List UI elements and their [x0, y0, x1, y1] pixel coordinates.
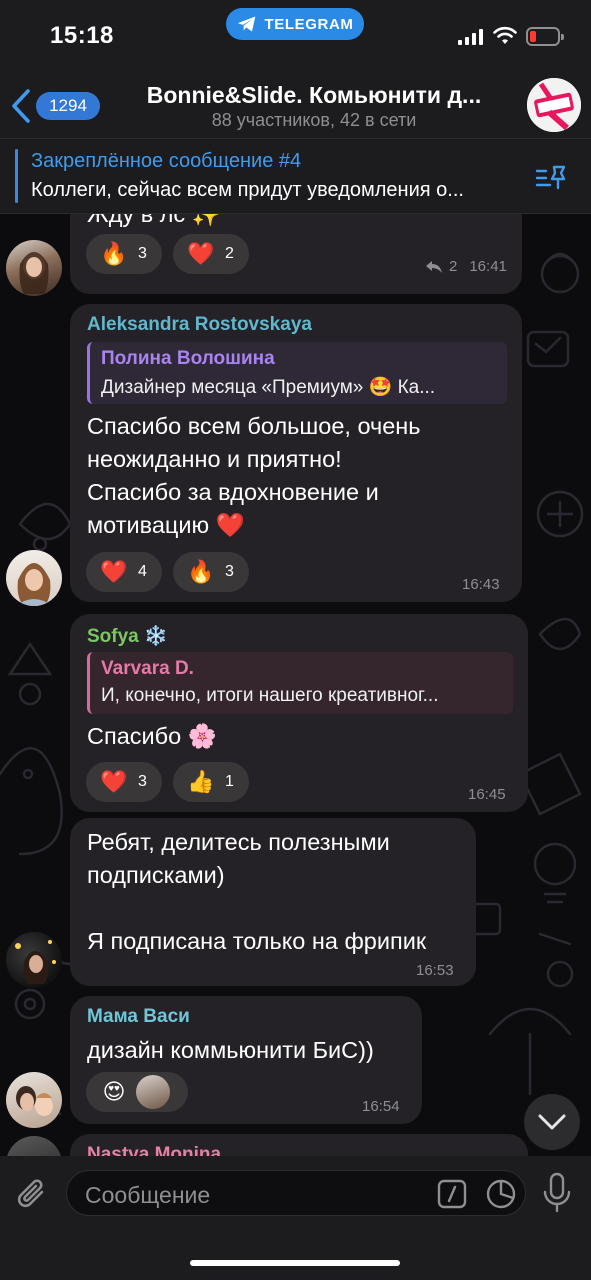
message-bubble[interactable]: Мама Васи дизайн коммьюнити БиС)) 😍 16:5…: [70, 996, 422, 1124]
reaction-count: 3: [138, 773, 147, 790]
reaction-thumbs-up[interactable]: 👍 1: [173, 762, 249, 802]
bot-commands-icon[interactable]: [437, 1179, 467, 1209]
avatar-photo: [19, 252, 49, 294]
message-bubble[interactable]: Sofya ❄️ Varvara D. И, конечно, итоги на…: [70, 614, 528, 812]
message-bubble[interactable]: Aleksandra Rostovskaya Полина Волошина Д…: [70, 304, 522, 602]
message-text: дизайн коммьюнити БиС)): [87, 1037, 374, 1063]
fire-emoji: 🔥: [187, 559, 215, 584]
message-text: Ребят, делитесь полезными подписками) Я …: [87, 829, 427, 954]
chevron-down-icon: [538, 1114, 566, 1130]
reply-snippet: И, конечно, итоги нашего креативног...: [101, 685, 439, 706]
sender-avatar[interactable]: [6, 550, 62, 606]
fire-emoji: 🔥: [100, 241, 128, 266]
reaction-count: 3: [225, 563, 234, 580]
wifi-icon: [493, 26, 517, 44]
battery-low-icon: [526, 27, 564, 46]
sender-avatar[interactable]: [6, 1072, 62, 1128]
telegram-pill[interactable]: TELEGRAM: [226, 8, 364, 40]
microphone-icon[interactable]: [541, 1172, 573, 1214]
reply-preview[interactable]: Varvara D. И, конечно, итоги нашего креа…: [87, 652, 513, 714]
group-avatar[interactable]: [527, 78, 581, 132]
sender-avatar[interactable]: [6, 932, 62, 988]
paperclip-icon[interactable]: [16, 1174, 50, 1214]
message-time: 16:54: [362, 1098, 400, 1115]
message-bubble[interactable]: Ребят, делитесь полезными подписками) Я …: [70, 818, 476, 986]
message-bubble[interactable]: Nastya Monina: [70, 1134, 528, 1156]
message-input[interactable]: Сообщение: [66, 1170, 526, 1216]
reaction-count: 3: [138, 245, 147, 262]
telegram-plane-icon: [237, 16, 255, 32]
reply-count: 2: [449, 258, 458, 275]
reaction-fire[interactable]: 🔥 3: [173, 552, 249, 592]
sticker-icon[interactable]: [485, 1178, 517, 1210]
reaction-count: 2: [225, 245, 234, 262]
reaction-heart[interactable]: ❤️ 3: [86, 762, 162, 802]
status-bar: 15:18 TELEGRAM: [0, 0, 591, 64]
reply-author: Varvara D.: [101, 658, 194, 679]
message-text: Жду в лс ✨: [87, 214, 221, 227]
status-time: 15:18: [50, 22, 114, 49]
chat-members-status: 88 участников, 42 в сети: [211, 110, 417, 130]
sender-name[interactable]: Aleksandra Rostovskaya: [87, 314, 312, 336]
message-time: 16:45: [468, 786, 506, 803]
reply-author: Полина Волошина: [101, 348, 275, 369]
heart-emoji: ❤️: [187, 241, 215, 266]
chat-title[interactable]: Bonnie&Slide. Комьюнити д...: [118, 82, 510, 109]
message-list[interactable]: Жду в лс ✨ 🔥 3 ❤️ 2 2 16:41 Aleksandra R…: [0, 214, 591, 1156]
cellular-signal-icon: [458, 29, 483, 45]
sender-avatar[interactable]: [6, 240, 62, 296]
telegram-pill-label: TELEGRAM: [264, 15, 354, 33]
thumbs-up-emoji: 👍: [187, 769, 215, 794]
pinned-title: Закреплённое сообщение #4: [31, 150, 302, 172]
reply-arrow-icon: [426, 260, 442, 273]
sender-name[interactable]: Sofya ❄️: [87, 624, 168, 648]
reaction-count: 1: [225, 773, 234, 790]
home-indicator: [190, 1260, 400, 1266]
reply-snippet: Дизайнер месяца «Премиум» 🤩 Ка...: [101, 377, 436, 398]
unread-count-badge[interactable]: 1294: [36, 92, 100, 120]
pinned-text: Коллеги, сейчас всем придут уведомления …: [31, 179, 464, 201]
reaction-fire[interactable]: 🔥 3: [86, 234, 162, 274]
reply-preview[interactable]: Полина Волошина Дизайнер месяца «Премиум…: [87, 342, 507, 404]
message-bubble[interactable]: Жду в лс ✨ 🔥 3 ❤️ 2 2 16:41: [70, 214, 522, 294]
message-composer: Сообщение: [0, 1156, 591, 1280]
avatar-photo: [15, 940, 56, 984]
heart-eyes-emoji: 😍: [102, 1079, 126, 1104]
reaction-heart[interactable]: ❤️ 2: [173, 234, 249, 274]
message-text: Спасибо всем большое, очень неожиданно и…: [87, 413, 421, 538]
message-time: 16:41: [469, 258, 507, 275]
scroll-to-bottom-button[interactable]: [524, 1094, 580, 1150]
reactor-avatar: [136, 1075, 170, 1109]
reaction-heart[interactable]: ❤️ 4: [86, 552, 162, 592]
back-chevron-icon[interactable]: [10, 88, 32, 124]
heart-emoji: ❤️: [100, 769, 128, 794]
chat-header: 1294 Bonnie&Slide. Комьюнити д... 88 уча…: [0, 64, 591, 138]
message-time: 16:43: [462, 576, 500, 593]
message-text: Спасибо 🌸: [87, 723, 217, 749]
message-meta: 2 16:41: [425, 258, 507, 275]
message-time: 16:53: [416, 962, 454, 979]
pinned-indicator: [15, 149, 18, 203]
sender-name[interactable]: Мама Васи: [87, 1006, 190, 1028]
avatar-photo: [16, 563, 52, 606]
reaction-count: 4: [138, 563, 147, 580]
heart-emoji: ❤️: [100, 559, 128, 584]
group-logo-icon: [527, 78, 581, 132]
pinned-list-icon[interactable]: [534, 163, 568, 191]
sender-name[interactable]: Nastya Monina: [87, 1144, 221, 1156]
avatar-photo: [16, 1086, 53, 1116]
pinned-message-bar[interactable]: Закреплённое сообщение #4 Коллеги, сейча…: [0, 138, 591, 214]
message-input-placeholder: Сообщение: [85, 1182, 211, 1208]
reaction-heart-eyes[interactable]: 😍: [86, 1072, 188, 1112]
